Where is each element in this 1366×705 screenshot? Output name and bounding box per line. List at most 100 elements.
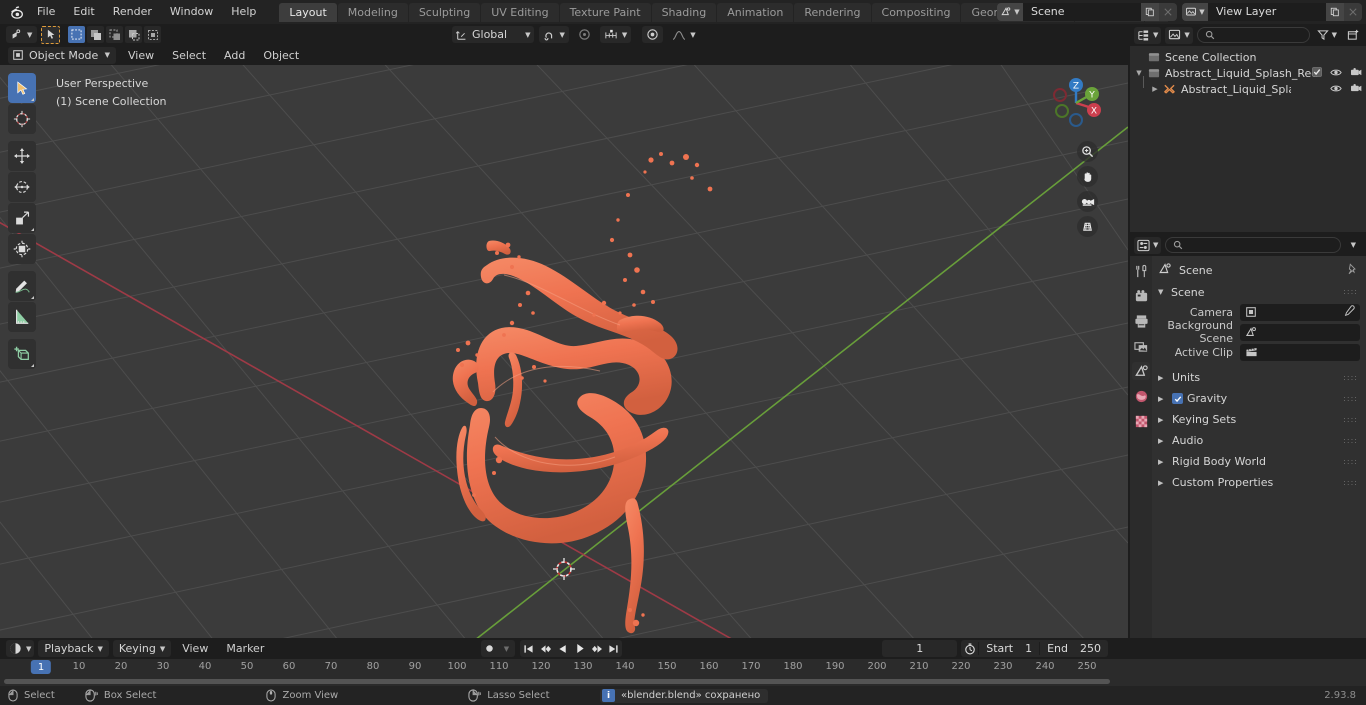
record-dot-icon[interactable] xyxy=(481,640,498,657)
next-keyframe-button[interactable] xyxy=(588,640,605,657)
outliner-row-collection-abstract-liquid-splash-red[interactable]: ▼ Abstract_Liquid_Splash_Red xyxy=(1130,65,1366,81)
timeline-scroll-arrow[interactable] xyxy=(1116,677,1126,686)
timeline-horizontal-scrollbar[interactable] xyxy=(4,679,1110,684)
rotate-tool-button[interactable] xyxy=(8,172,36,202)
tab-rendering[interactable]: Rendering xyxy=(794,2,871,22)
scale-tool-button[interactable] xyxy=(8,203,36,233)
navigation-gizmo[interactable]: Z Y X xyxy=(1046,73,1106,133)
timeline-editor-icon[interactable]: ▼ xyxy=(6,640,35,657)
camera-field[interactable] xyxy=(1240,303,1360,321)
previous-keyframe-button[interactable] xyxy=(537,640,554,657)
select-extend-icon[interactable] xyxy=(87,26,105,43)
output-tab[interactable] xyxy=(1132,312,1150,330)
play-reverse-button[interactable] xyxy=(554,640,571,657)
audio-panel-header[interactable]: ▶ Audio :::: xyxy=(1158,430,1360,451)
viewlayer-name-field[interactable]: View Layer xyxy=(1208,3,1326,21)
cursor-select-icon[interactable] xyxy=(41,25,61,44)
gravity-panel-header[interactable]: ▶ Gravity :::: xyxy=(1158,388,1360,409)
select-intersect-icon[interactable] xyxy=(144,26,162,43)
custom-properties-panel-header[interactable]: ▶ Custom Properties :::: xyxy=(1158,472,1360,493)
proportional-edit-toggle[interactable] xyxy=(574,26,595,43)
properties-editor-icon[interactable]: ▼ xyxy=(1134,236,1162,254)
select-subtract-icon[interactable] xyxy=(106,26,124,43)
tab-shading[interactable]: Shading xyxy=(651,2,717,22)
remove-viewlayer-button[interactable] xyxy=(1344,3,1362,21)
editor-type-selector[interactable]: ▼ xyxy=(6,26,38,43)
3d-viewport[interactable]: User Perspective (1) Scene Collection Z … xyxy=(0,65,1128,638)
annotate-tool-button[interactable] xyxy=(8,271,36,301)
properties-search-input[interactable] xyxy=(1165,237,1341,253)
render-tab[interactable] xyxy=(1132,287,1150,305)
current-frame-field[interactable]: 1 xyxy=(882,640,958,657)
collection-checkbox[interactable] xyxy=(1312,66,1322,80)
units-panel-header[interactable]: ▶ Units :::: xyxy=(1158,367,1360,388)
timeline-ruler[interactable]: 10 20 30 40 50 60 70 80 90 100 110 120 1… xyxy=(0,659,1366,677)
timeline-menu-playback[interactable]: Playback ▼ xyxy=(38,640,109,657)
jump-to-end-button[interactable] xyxy=(605,640,622,657)
properties-options-dropdown[interactable]: ▼ xyxy=(1345,237,1362,254)
outliner-search-input[interactable] xyxy=(1196,27,1310,43)
disclosure-triangle-icon[interactable]: ▶ xyxy=(1150,85,1160,93)
outliner-filter-id-button[interactable]: ▼ xyxy=(1165,26,1193,44)
unlink-scene-button[interactable] xyxy=(1159,3,1177,21)
menu-window[interactable]: Window xyxy=(161,3,222,21)
mode-selector[interactable]: Object Mode ▼ xyxy=(8,46,116,64)
rigid-body-world-panel-header[interactable]: ▶ Rigid Body World :::: xyxy=(1158,451,1360,472)
new-collection-button[interactable] xyxy=(1344,27,1362,44)
new-scene-button[interactable] xyxy=(1141,3,1159,21)
view-layer-tab[interactable] xyxy=(1132,337,1150,355)
scene-icon[interactable]: ▼ xyxy=(997,3,1023,21)
scene-name-field[interactable]: Scene xyxy=(1023,3,1141,21)
timeline-menu-keying[interactable]: Keying ▼ xyxy=(112,640,172,657)
outliner-row-object-abstract-liquid-splash[interactable]: ▶ Abstract_Liquid_Splash_R xyxy=(1130,81,1366,97)
timeline-menu-view[interactable]: View xyxy=(175,642,215,655)
frame-end-field[interactable]: End 250 xyxy=(1040,640,1108,657)
tab-uv-editing[interactable]: UV Editing xyxy=(481,2,559,22)
eye-icon[interactable] xyxy=(1330,67,1342,80)
pin-icon[interactable] xyxy=(1346,262,1358,278)
outliner-display-mode-icon[interactable]: ▼ xyxy=(1134,26,1162,44)
playhead[interactable]: 1 xyxy=(30,660,52,674)
gravity-checkbox[interactable] xyxy=(1172,393,1183,404)
viewport-menu-select[interactable]: Select xyxy=(166,49,212,62)
proportional-falloff-enable[interactable] xyxy=(642,26,664,43)
tab-layout[interactable]: Layout xyxy=(279,2,337,22)
tweak-tool-button[interactable] xyxy=(8,73,36,103)
viewport-menu-view[interactable]: View xyxy=(122,49,160,62)
move-tool-button[interactable] xyxy=(8,141,36,171)
tab-modeling[interactable]: Modeling xyxy=(337,2,408,22)
move-view-button[interactable] xyxy=(1077,166,1098,187)
snap-target-selector[interactable]: ▼ xyxy=(599,26,632,43)
outliner-filter-button[interactable]: ▼ xyxy=(1314,27,1340,44)
active-clip-field[interactable] xyxy=(1240,343,1360,361)
tab-compositing[interactable]: Compositing xyxy=(871,2,961,22)
stopwatch-icon[interactable] xyxy=(961,640,978,657)
play-button[interactable] xyxy=(571,640,588,657)
select-invert-icon[interactable] xyxy=(125,26,143,43)
scene-tab[interactable] xyxy=(1132,362,1150,380)
tool-tab[interactable] xyxy=(1132,262,1150,280)
transform-orientation-selector[interactable]: Global ▼ xyxy=(452,26,535,43)
scene-panel-header[interactable]: ▼ Scene :::: xyxy=(1158,283,1360,301)
viewport-menu-object[interactable]: Object xyxy=(257,49,305,62)
blender-logo-icon[interactable] xyxy=(6,1,28,23)
eyedropper-icon[interactable] xyxy=(1343,304,1355,320)
jump-to-start-button[interactable] xyxy=(520,640,537,657)
tab-texture-paint[interactable]: Texture Paint xyxy=(559,2,651,22)
menu-file[interactable]: File xyxy=(28,3,64,21)
new-viewlayer-button[interactable] xyxy=(1326,3,1344,21)
camera-view-button[interactable] xyxy=(1077,191,1098,212)
measure-tool-button[interactable] xyxy=(8,302,36,332)
zoom-view-button[interactable] xyxy=(1077,141,1098,162)
toggle-perspective-button[interactable] xyxy=(1077,216,1098,237)
viewport-menu-add[interactable]: Add xyxy=(218,49,251,62)
camera-icon[interactable] xyxy=(1350,83,1362,96)
add-cube-tool-button[interactable] xyxy=(8,339,36,369)
world-tab[interactable] xyxy=(1132,387,1150,405)
select-set-icon[interactable] xyxy=(68,26,86,43)
snap-toggle[interactable]: ▼ xyxy=(539,26,569,43)
frame-start-field[interactable]: Start 1 xyxy=(979,640,1039,657)
menu-edit[interactable]: Edit xyxy=(64,3,103,21)
texture-tab[interactable] xyxy=(1132,412,1150,430)
falloff-smooth-icon[interactable]: ▼ xyxy=(668,26,699,43)
